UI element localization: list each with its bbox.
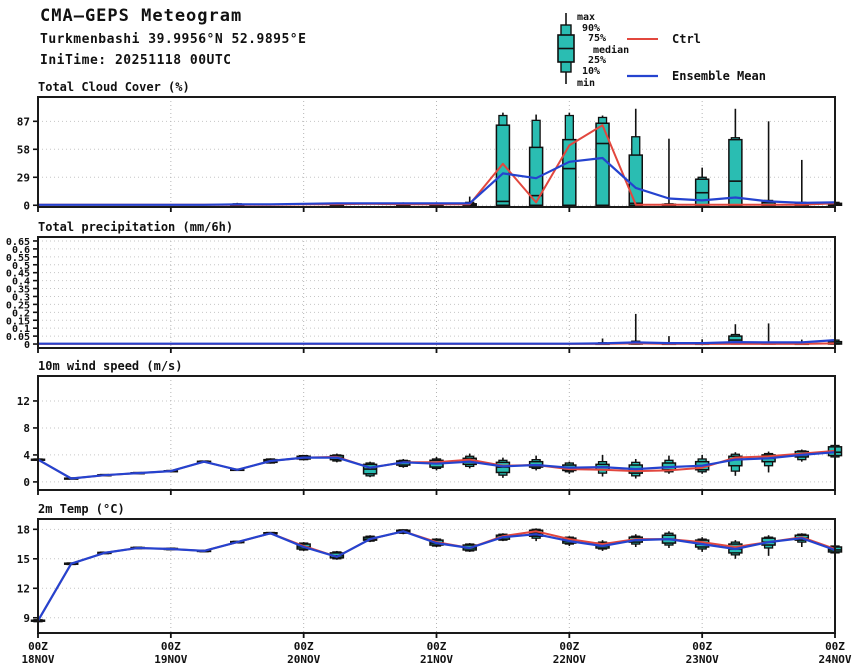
y-tick-label: 0 bbox=[23, 476, 30, 489]
panel-title: 10m wind speed (m/s) bbox=[38, 359, 183, 373]
legend-label-max: max bbox=[577, 12, 595, 23]
legend: max90%75%median25%10%minCtrlEnsemble Mea… bbox=[558, 12, 766, 89]
x-tick-date: 21NOV bbox=[420, 653, 453, 666]
panel-title: Total Cloud Cover (%) bbox=[38, 80, 190, 94]
x-tick-hour: 00Z bbox=[427, 640, 447, 653]
y-tick-label: 58 bbox=[17, 143, 30, 156]
legend-label-min: min bbox=[577, 77, 595, 89]
y-tick-label: 0 bbox=[23, 199, 30, 212]
location-line: Turkmenbashi 39.9956°N 52.9895°E bbox=[40, 32, 306, 47]
x-tick-date: 24NOV bbox=[818, 653, 851, 666]
x-tick-date: 20NOV bbox=[287, 653, 320, 666]
x-tick-hour: 00Z bbox=[559, 640, 579, 653]
x-tick-date: 19NOV bbox=[154, 653, 187, 666]
y-tick-label: 12 bbox=[17, 582, 30, 595]
x-tick-hour: 00Z bbox=[692, 640, 712, 653]
x-tick-hour: 00Z bbox=[825, 640, 845, 653]
panel-total-cloud-cover: Total Cloud Cover (%) 0 29 58 87 bbox=[17, 80, 842, 212]
panel-2m-temp-c: 2m Temp (°C) 9 12 15 18 bbox=[17, 502, 842, 638]
panel-title: 2m Temp (°C) bbox=[38, 502, 125, 516]
meteogram-page: Total Cloud Cover (%) 0 29 58 87 Total precip… bbox=[0, 0, 860, 671]
box-whiskers bbox=[231, 109, 842, 205]
x-tick-hour: 00Z bbox=[28, 640, 48, 653]
legend-ensemble-mean-label: Ensemble Mean bbox=[672, 69, 766, 83]
y-tick-label: 8 bbox=[23, 422, 30, 435]
x-axis-labels: 00Z18NOV00Z19NOV00Z20NOV00Z21NOV00Z22NOV… bbox=[21, 640, 851, 666]
initime-line: IniTime: 20251118 00UTC bbox=[40, 53, 306, 68]
header: CMA—GEPS Meteogram Turkmenbashi 39.9956°… bbox=[40, 6, 306, 68]
y-tick-label: 15 bbox=[17, 553, 30, 566]
y-tick-label: 18 bbox=[17, 523, 30, 536]
x-tick-hour: 00Z bbox=[161, 640, 181, 653]
panel-title: Total precipitation (mm/6h) bbox=[38, 220, 233, 234]
legend-ctrl-label: Ctrl bbox=[672, 32, 701, 46]
y-tick-label: 29 bbox=[17, 171, 30, 184]
x-tick-date: 22NOV bbox=[553, 653, 586, 666]
legend-label-25: 25% bbox=[588, 55, 606, 66]
meteogram-chart: Total Cloud Cover (%) 0 29 58 87 Total precip… bbox=[0, 0, 860, 671]
legend-label-75: 75% bbox=[588, 33, 606, 44]
page-title: CMA—GEPS Meteogram bbox=[40, 6, 306, 26]
x-tick-date: 23NOV bbox=[686, 653, 719, 666]
x-tick-date: 18NOV bbox=[21, 653, 54, 666]
y-tick-label: 12 bbox=[17, 395, 30, 408]
legend-label-10: 10% bbox=[582, 66, 600, 77]
x-tick-hour: 00Z bbox=[294, 640, 314, 653]
y-tick-label: 9 bbox=[23, 612, 30, 625]
y-tick-label: 4 bbox=[23, 449, 30, 462]
panel-total-precipitation-mm-6h: Total precipitation (mm/6h)00.050.10.150… bbox=[6, 220, 842, 353]
y-tick-label: 87 bbox=[17, 115, 30, 128]
panel-10m-wind-speed-m-s: 10m wind speed (m/s) 0 4 8 12 bbox=[17, 359, 842, 495]
y-tick-label: 0.65 bbox=[6, 237, 30, 248]
box-whiskers bbox=[596, 314, 841, 344]
